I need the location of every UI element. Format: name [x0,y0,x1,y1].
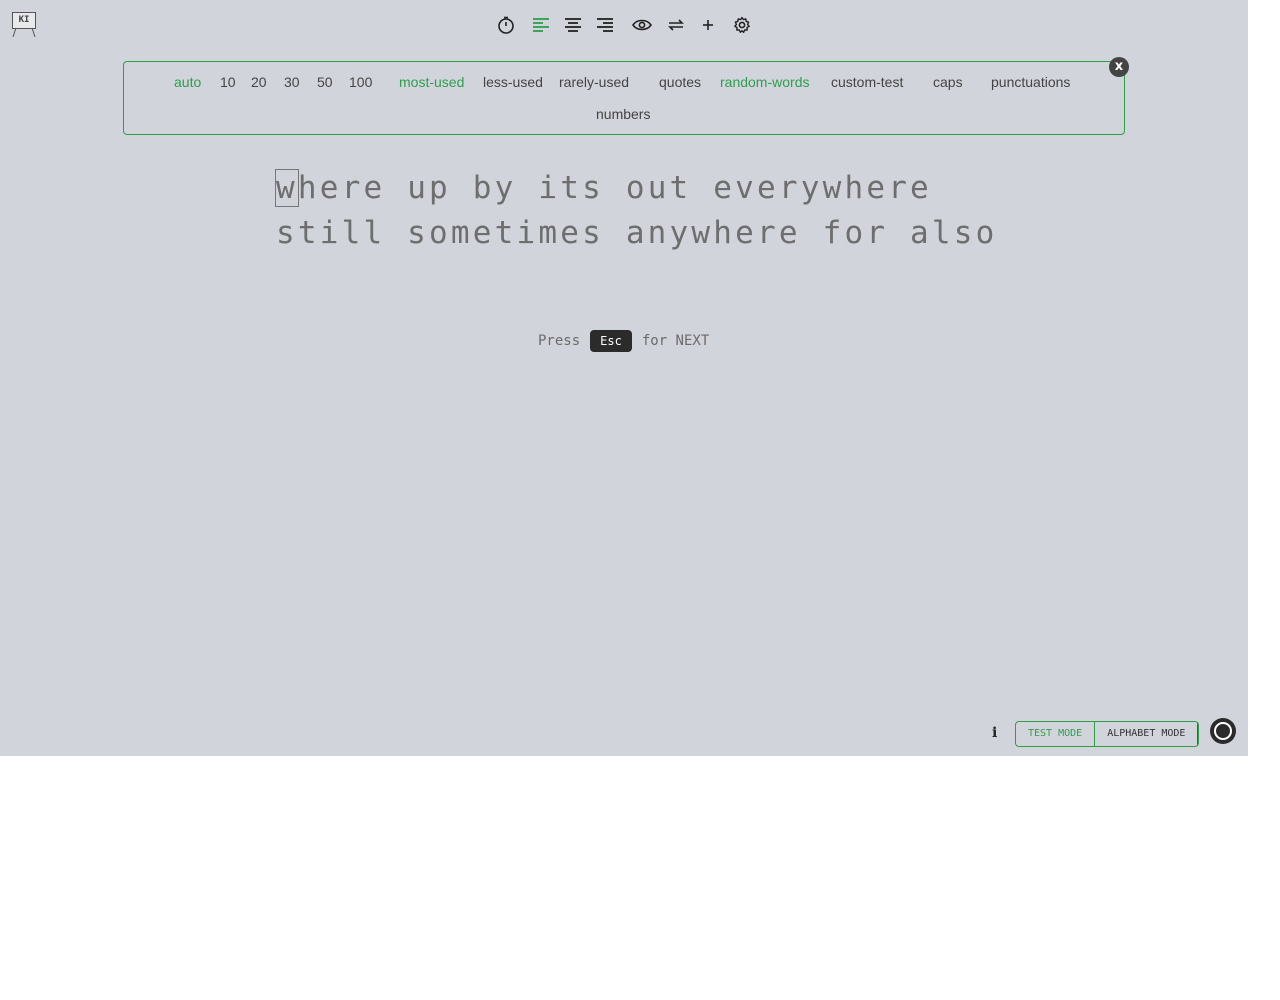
test-mode-button[interactable]: TEST MODE [1016,722,1096,746]
align-right-icon[interactable] [590,12,620,38]
word-line-1: where up by its out everywhere [275,166,996,211]
option-most-used[interactable]: most-used [399,74,464,90]
typing-area[interactable]: where up by its out everywhere still som… [275,166,998,256]
easel-legs-icon [12,28,36,38]
option-less-used[interactable]: less-used [483,74,543,90]
word-line-2: still sometimes anywhere for also [276,215,998,251]
option-punctuations[interactable]: punctuations [991,74,1070,90]
alphabet-mode-button[interactable]: ALPHABET MODE [1095,722,1199,746]
hint-suffix: for NEXT [641,333,710,349]
option-caps[interactable]: caps [933,74,963,90]
option-random-words[interactable]: random-words [720,74,809,90]
text-cursor: w [275,169,299,207]
mode-switch: TEST MODE ALPHABET MODE [1015,721,1200,747]
eye-icon[interactable] [627,12,657,38]
hint-press: Press [538,333,581,349]
align-center-icon[interactable] [558,12,588,38]
app-logo[interactable]: KI [12,12,36,38]
gear-icon[interactable] [727,12,757,38]
word-line-1-rest: here up by its out everywhere [297,170,932,206]
option-50[interactable]: 50 [317,74,333,90]
close-panel-button[interactable]: x [1109,57,1129,77]
app-container: KI auto 10 20 30 50 100 most-used less-u… [0,0,1248,756]
option-numbers[interactable]: numbers [596,106,650,122]
swap-icon[interactable] [661,12,691,38]
info-icon[interactable]: i [992,725,997,741]
option-rarely-used[interactable]: rarely-used [559,74,629,90]
options-panel [123,61,1125,135]
option-100[interactable]: 100 [349,74,372,90]
option-20[interactable]: 20 [251,74,267,90]
option-10[interactable]: 10 [220,74,236,90]
esc-key-badge: Esc [590,330,632,352]
plus-icon[interactable] [693,12,723,38]
theme-toggle-icon[interactable] [1210,718,1236,744]
logo-text: KI [12,12,36,29]
option-auto[interactable]: auto [174,74,201,90]
align-left-icon[interactable] [526,12,556,38]
option-quotes[interactable]: quotes [659,74,701,90]
next-hint: Press Esc for NEXT [538,330,709,352]
option-30[interactable]: 30 [284,74,300,90]
option-custom-test[interactable]: custom-test [831,74,903,90]
timer-icon[interactable] [491,12,521,38]
